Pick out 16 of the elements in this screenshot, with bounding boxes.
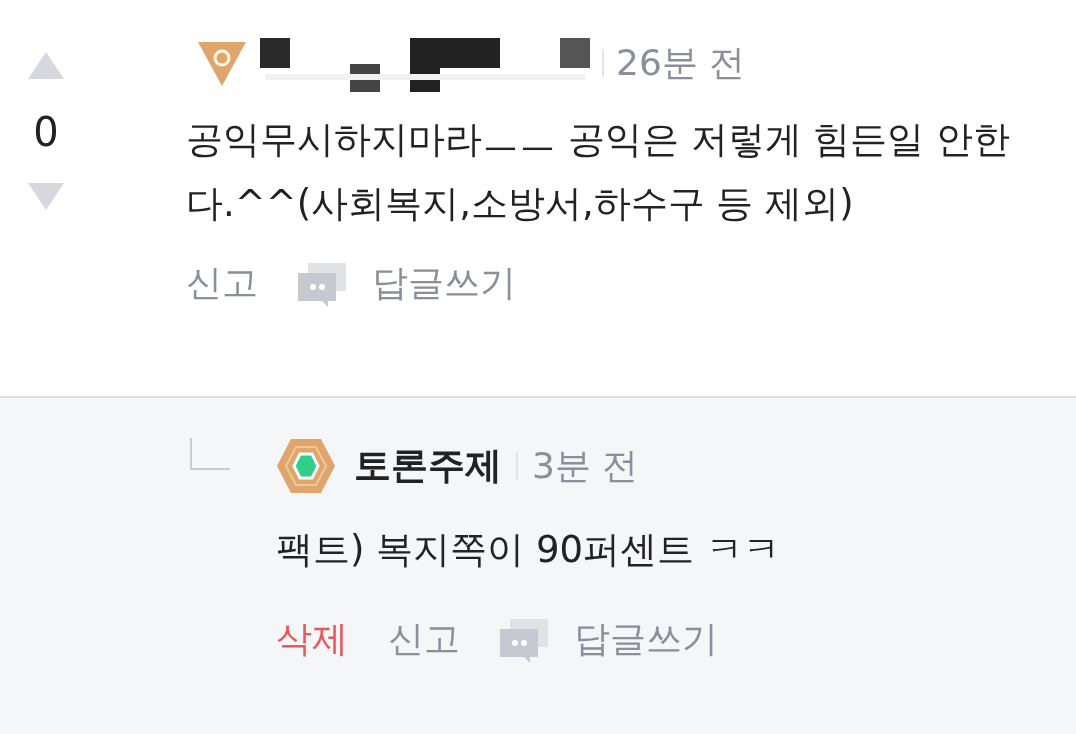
reply-button[interactable]: 답글쓰기 — [500, 612, 718, 666]
reply-text: 팩트) 복지쪽이 90퍼센트 ㅋㅋ — [276, 527, 781, 573]
report-link[interactable]: 신고 — [186, 256, 258, 310]
rank-badge-icon — [198, 40, 246, 86]
comment-time: 26분 전 — [616, 41, 746, 85]
downvote-icon[interactable] — [27, 182, 65, 212]
report-link[interactable]: 신고 — [388, 612, 460, 666]
reply-time: 3분 전 — [532, 444, 639, 488]
reply-indent-line — [190, 438, 230, 470]
reply-button[interactable]: 답글쓰기 — [298, 256, 516, 310]
reply-author[interactable]: 토론주제 — [354, 438, 502, 494]
comment-text: 공익무시하지마라ㅡㅡ 공익은 저렇게 힘든일 안한다.^^(사회복지,소방서,하수구 등 제외) — [186, 117, 1012, 227]
vote-count: 0 — [33, 108, 59, 156]
upvote-icon[interactable] — [27, 50, 65, 80]
hexagon-badge-icon — [276, 438, 336, 494]
delete-link[interactable]: 삭제 — [276, 612, 348, 666]
